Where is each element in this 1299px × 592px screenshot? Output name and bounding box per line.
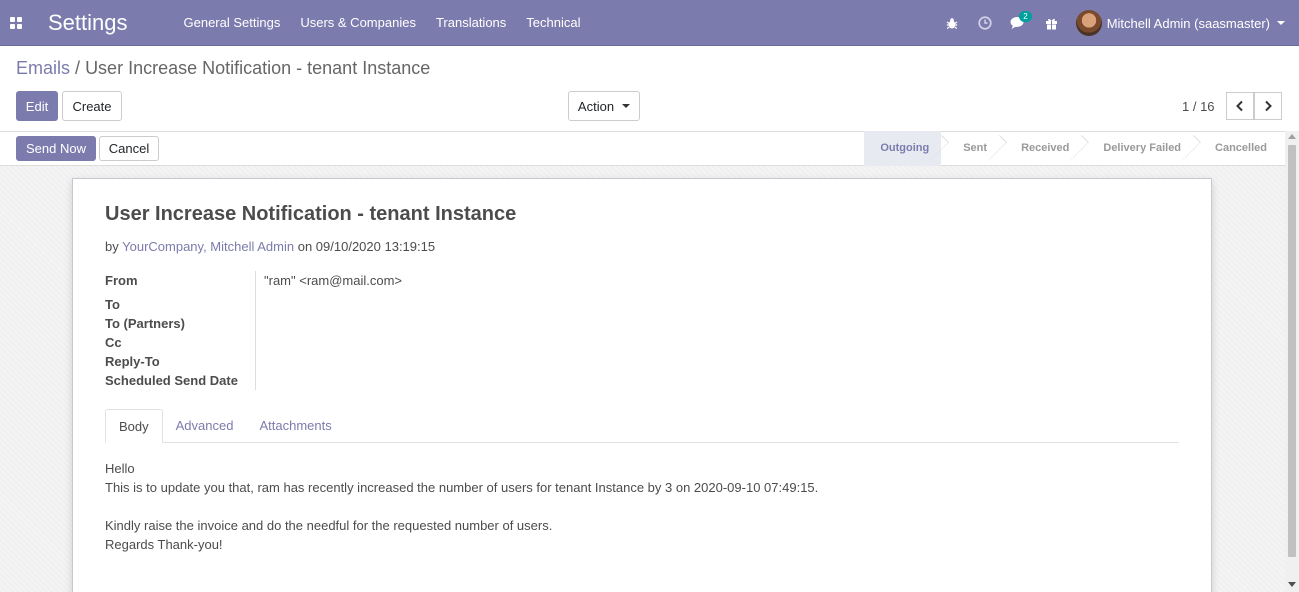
tab-advanced[interactable]: Advanced — [163, 409, 247, 443]
pager-next-button[interactable] — [1254, 92, 1282, 120]
caret-down-icon — [622, 104, 631, 108]
scrollbar[interactable] — [1285, 131, 1299, 592]
chevron-down-icon — [1277, 21, 1285, 25]
messages-badge: 2 — [1019, 11, 1032, 22]
stage-cancelled[interactable]: Cancelled — [1193, 131, 1279, 166]
edit-button[interactable]: Edit — [16, 91, 58, 121]
breadcrumb-current: User Increase Notification - tenant Inst… — [85, 58, 431, 78]
top-menu: General Settings Users & Companies Trans… — [174, 0, 591, 46]
tab-attachments[interactable]: Attachments — [246, 409, 344, 443]
mail-date: on 09/10/2020 13:19:15 — [297, 239, 436, 254]
clock-icon[interactable] — [969, 0, 1002, 46]
stage-outgoing[interactable]: Outgoing — [864, 131, 942, 166]
mail-subject: User Increase Notification - tenant Inst… — [105, 203, 517, 225]
avatar — [1075, 10, 1102, 36]
stage-received[interactable]: Received — [999, 131, 1081, 166]
pager-previous-button[interactable] — [1226, 92, 1254, 120]
user-name: Mitchell Admin (saasmaster) — [1106, 15, 1270, 31]
chat-icon[interactable]: 2 — [1002, 0, 1035, 46]
scheduled-send-date-label: Scheduled Send Date — [105, 373, 238, 388]
cancel-button[interactable]: Cancel — [99, 136, 159, 161]
action-label: Action — [577, 98, 615, 114]
to-partners-label: To (Partners) — [105, 316, 185, 331]
from-value: "ram" <ram@mail.com> — [264, 273, 403, 288]
apps-icon[interactable] — [0, 0, 32, 46]
scroll-up-arrow-icon[interactable] — [1288, 134, 1296, 139]
top-navbar: Settings General Settings Users & Compan… — [0, 0, 1299, 46]
chevron-left-icon — [1236, 100, 1243, 112]
gift-icon[interactable] — [1035, 0, 1068, 46]
cc-label: Cc — [105, 335, 122, 350]
meta-by: by — [105, 239, 119, 254]
tab-body[interactable]: Body — [105, 409, 163, 443]
stage-delivery-failed[interactable]: Delivery Failed — [1081, 131, 1193, 166]
field-divider — [255, 271, 256, 390]
breadcrumb-emails-link[interactable]: Emails — [16, 58, 70, 78]
bug-icon[interactable] — [936, 0, 969, 46]
pager-value[interactable]: 1 / 16 — [1182, 99, 1215, 114]
to-label: To — [105, 297, 120, 312]
body-line-2: This is to update you that, ram has rece… — [105, 480, 819, 495]
action-dropdown[interactable]: Action — [568, 91, 640, 121]
chevron-right-icon — [1265, 100, 1272, 112]
body-line-3: Kindly raise the invoice and do the need… — [105, 518, 553, 533]
menu-translations[interactable]: Translations — [426, 0, 516, 46]
create-button[interactable]: Create — [62, 91, 122, 121]
menu-users-companies[interactable]: Users & Companies — [290, 0, 426, 46]
mail-meta: by YourCompany, Mitchell Admin on 09/10/… — [105, 239, 435, 254]
notebook-tabs: Body Advanced Attachments — [105, 409, 1179, 443]
from-label: From — [105, 273, 138, 288]
mail-author-link[interactable]: YourCompany, Mitchell Admin — [122, 239, 294, 254]
systray: 2 Mitchell Admin (saasmaster) — [936, 0, 1285, 46]
menu-technical[interactable]: Technical — [516, 0, 590, 46]
send-now-button[interactable]: Send Now — [16, 136, 96, 161]
stage-sent[interactable]: Sent — [941, 131, 999, 166]
menu-general-settings[interactable]: General Settings — [174, 0, 291, 46]
scroll-down-arrow-icon[interactable] — [1288, 582, 1296, 587]
reply-to-label: Reply-To — [105, 354, 160, 369]
app-title[interactable]: Settings — [48, 10, 128, 36]
breadcrumb-separator: / — [75, 58, 81, 78]
body-line-1: Hello — [105, 461, 135, 476]
status-stages: Outgoing Sent Received Delivery Failed C… — [864, 131, 1279, 166]
body-line-4: Regards Thank-you! — [105, 537, 223, 552]
scroll-thumb[interactable] — [1288, 145, 1296, 557]
breadcrumb: Emails / User Increase Notification - te… — [16, 58, 430, 79]
user-menu[interactable]: Mitchell Admin (saasmaster) — [1075, 10, 1285, 36]
